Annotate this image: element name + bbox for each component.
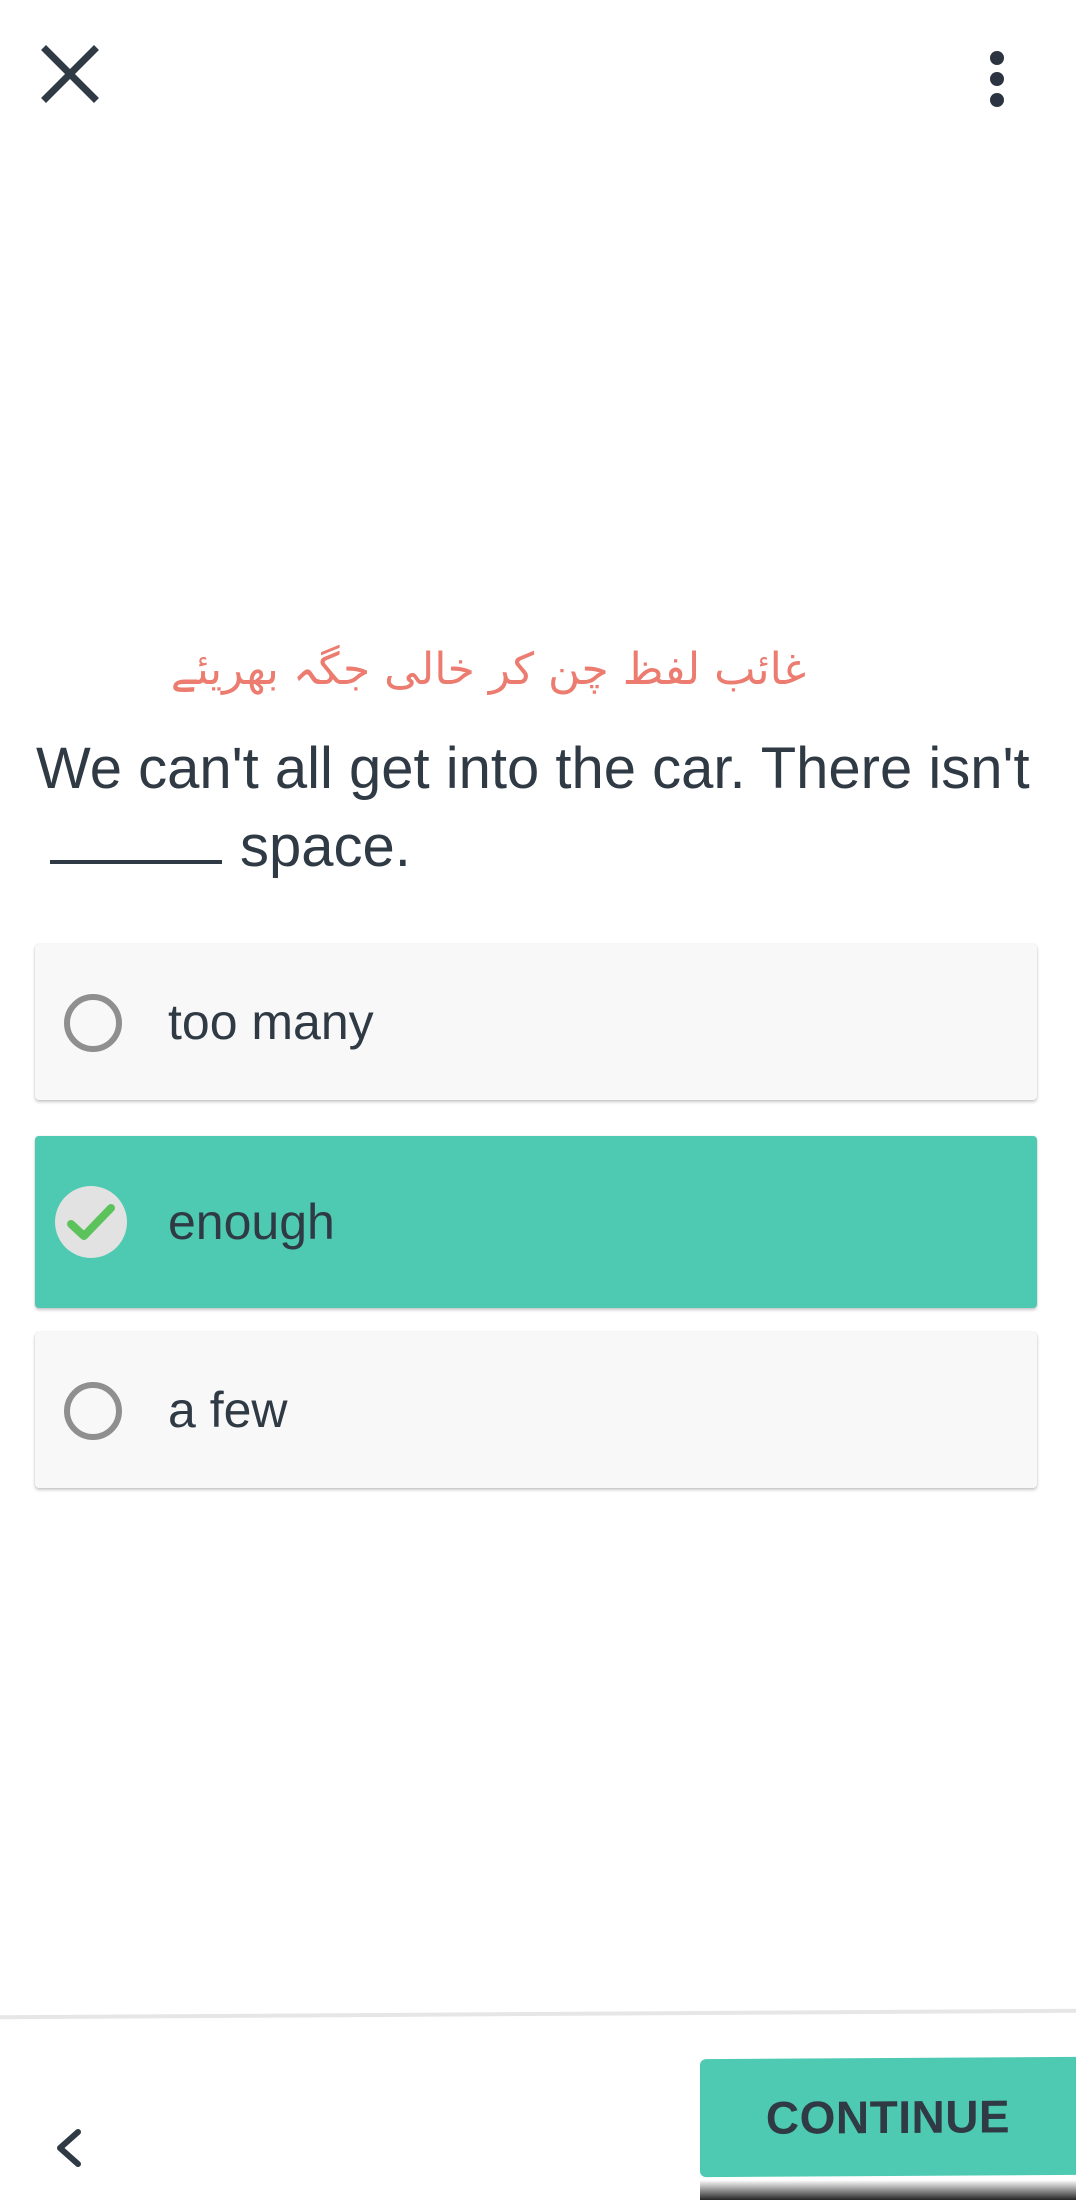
- exercise-instruction: غائب لفظ چن کر خالی جگہ بھریئے: [170, 644, 806, 695]
- exercise-sentence: We can't all get into the car. There isn…: [36, 730, 1036, 886]
- more-dot: [990, 72, 1004, 86]
- blank-line: [50, 860, 222, 864]
- option-label: enough: [168, 1194, 335, 1250]
- option-label: too many: [168, 994, 374, 1050]
- footer-divider: [0, 2008, 1076, 2020]
- check-circle-icon: [55, 1186, 127, 1258]
- close-button[interactable]: [36, 40, 106, 110]
- close-icon: [41, 45, 99, 103]
- option-too-many[interactable]: too many: [35, 944, 1037, 1100]
- back-button[interactable]: [44, 2120, 94, 2176]
- more-dot: [990, 93, 1004, 107]
- screen-edge-shadow: [700, 2180, 1076, 2200]
- option-enough[interactable]: enough: [35, 1136, 1037, 1308]
- more-vertical-icon: [990, 51, 1004, 65]
- more-options-button[interactable]: [972, 44, 1022, 114]
- chevron-left-icon: [57, 2129, 81, 2167]
- answer-options: too many enough a few: [35, 944, 1037, 1528]
- sentence-after: space.: [240, 814, 411, 879]
- radio-unchecked-icon: [64, 1382, 122, 1440]
- option-label: a few: [168, 1382, 288, 1438]
- sentence-before: We can't all get into the car. There isn…: [36, 736, 1030, 801]
- radio-unchecked-icon: [64, 994, 122, 1052]
- option-a-few[interactable]: a few: [35, 1332, 1037, 1488]
- continue-button[interactable]: CONTINUE: [700, 2056, 1076, 2178]
